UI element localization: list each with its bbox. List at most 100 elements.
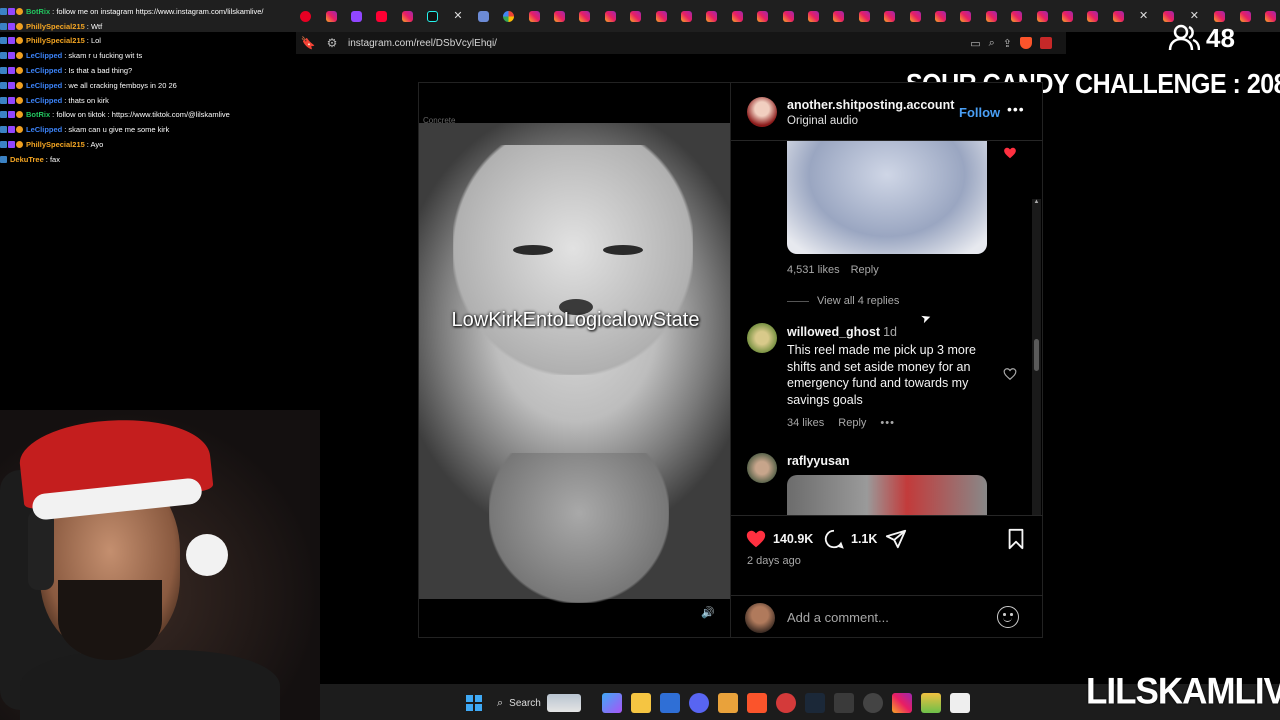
windows-start-icon[interactable] <box>464 693 484 713</box>
browser-tab[interactable] <box>499 6 518 26</box>
likes-count[interactable]: 140.9K <box>773 532 813 546</box>
app-icon[interactable] <box>863 693 883 713</box>
browser-tab[interactable] <box>804 6 823 26</box>
comment-more-icon[interactable]: ••• <box>880 417 895 429</box>
browser-tab[interactable] <box>829 6 848 26</box>
browser-tab[interactable] <box>1261 6 1280 26</box>
follow-button[interactable]: Follow <box>959 105 1000 120</box>
taskbar-search-label[interactable]: Search <box>509 698 541 709</box>
chat-username[interactable]: BotRix <box>26 110 50 119</box>
browser-tab[interactable] <box>651 6 670 26</box>
commenter-avatar[interactable] <box>747 453 777 483</box>
like-comment-icon[interactable] <box>1003 367 1017 381</box>
browser-tab[interactable] <box>626 6 645 26</box>
browser-tab[interactable] <box>905 6 924 26</box>
browser-tab[interactable]: ✕ <box>448 6 467 26</box>
browser-tab[interactable] <box>474 6 493 26</box>
share-icon[interactable]: ⇪ <box>1003 37 1012 50</box>
browser-tab[interactable] <box>347 6 366 26</box>
comment-image[interactable] <box>787 141 987 254</box>
chat-username[interactable]: PhillySpecial215 <box>26 140 85 149</box>
audio-label[interactable]: Original audio <box>787 115 858 127</box>
volume-icon[interactable]: 🔊 <box>700 605 716 621</box>
reply-button[interactable]: Reply <box>851 264 879 276</box>
owner-avatar[interactable] <box>747 97 777 127</box>
save-button[interactable] <box>1005 528 1027 550</box>
address-bar[interactable]: 🔖 ⚙ instagram.com/reel/DSbVcylEhqi/ ▭ ⌕ … <box>296 32 1066 54</box>
browser-tab[interactable] <box>1083 6 1102 26</box>
app-icon[interactable] <box>834 693 854 713</box>
chat-username[interactable]: DekuTree <box>10 155 44 164</box>
brave-shield-icon[interactable] <box>1020 37 1032 49</box>
browser-tab[interactable] <box>372 6 391 26</box>
chat-username[interactable]: LeClipped <box>26 81 62 90</box>
comment-button[interactable]: 1.1K <box>823 528 877 550</box>
url-text[interactable]: instagram.com/reel/DSbVcylEhqi/ <box>348 38 970 49</box>
search-widget-image[interactable] <box>546 694 581 712</box>
share-button[interactable] <box>885 528 907 550</box>
browser-tab[interactable] <box>525 6 544 26</box>
liked-heart-icon[interactable] <box>1003 146 1017 160</box>
add-comment-bar[interactable]: Add a comment... <box>731 595 1043 639</box>
zoom-icon[interactable]: ⌕ <box>989 37 995 50</box>
chat-username[interactable]: BotRix <box>26 7 50 16</box>
chat-username[interactable]: PhillySpecial215 <box>26 36 85 45</box>
cast-icon[interactable]: ▭ <box>970 37 980 50</box>
browser-tab[interactable] <box>982 6 1001 26</box>
scroll-up-arrow-icon[interactable]: ▲ <box>1033 199 1040 205</box>
taskbar-search[interactable]: ⌕ Search <box>493 692 593 714</box>
browser-tab[interactable] <box>575 6 594 26</box>
file-explorer-icon[interactable] <box>631 693 651 713</box>
browser-tab[interactable] <box>702 6 721 26</box>
app-icon[interactable] <box>776 693 796 713</box>
view-replies-label[interactable]: View all 4 replies <box>817 295 899 307</box>
chat-username[interactable]: PhillySpecial215 <box>26 22 85 31</box>
browser-tab[interactable] <box>778 6 797 26</box>
browser-tab[interactable]: ✕ <box>1134 6 1153 26</box>
chat-username[interactable]: LeClipped <box>26 51 62 60</box>
discord-icon[interactable] <box>689 693 709 713</box>
comment-username[interactable]: willowed_ghost <box>787 325 880 339</box>
browser-tab[interactable] <box>398 6 417 26</box>
browser-tab[interactable] <box>956 6 975 26</box>
browser-tab[interactable] <box>931 6 950 26</box>
instagram-icon[interactable] <box>892 693 912 713</box>
view-replies-button[interactable]: View all 4 replies <box>787 295 899 307</box>
copilot-icon[interactable] <box>602 693 622 713</box>
browser-tab[interactable] <box>1007 6 1026 26</box>
scroll-thumb[interactable] <box>1034 339 1039 371</box>
comments-list[interactable]: 4,531 likes Reply View all 4 replies ➤ w… <box>731 141 1043 515</box>
like-button[interactable]: 140.9K <box>745 528 813 550</box>
browser-tab[interactable] <box>1235 6 1254 26</box>
comment-likes[interactable]: 4,531 likes <box>787 264 840 276</box>
comment-author[interactable]: willowed_ghost 1d <box>787 325 897 339</box>
browser-tab[interactable] <box>1032 6 1051 26</box>
app-icon[interactable] <box>921 693 941 713</box>
site-info-icon[interactable]: ⚙ <box>320 36 344 50</box>
reply-button[interactable]: Reply <box>838 417 866 429</box>
commenter-avatar[interactable] <box>747 323 777 353</box>
browser-tab[interactable] <box>880 6 899 26</box>
more-options-icon[interactable]: ••• <box>1007 101 1025 117</box>
chat-username[interactable]: LeClipped <box>26 96 62 105</box>
send-icon[interactable] <box>885 528 907 550</box>
browser-tab[interactable] <box>728 6 747 26</box>
comments-scrollbar[interactable]: ▲ ▼ <box>1032 199 1041 515</box>
comment-image[interactable] <box>787 475 987 515</box>
app-icon[interactable] <box>718 693 738 713</box>
comment-icon[interactable] <box>823 528 845 550</box>
browser-tab[interactable] <box>601 6 620 26</box>
browser-tab[interactable] <box>1058 6 1077 26</box>
browser-tab[interactable] <box>321 6 340 26</box>
add-comment-input[interactable]: Add a comment... <box>787 610 889 625</box>
browser-tab[interactable] <box>677 6 696 26</box>
browser-tab[interactable] <box>1109 6 1128 26</box>
comment-likes[interactable]: 34 likes <box>787 417 824 429</box>
browser-tab[interactable] <box>423 6 442 26</box>
browser-tab[interactable] <box>550 6 569 26</box>
chat-username[interactable]: LeClipped <box>26 66 62 75</box>
steam-icon[interactable] <box>805 693 825 713</box>
app-icon[interactable] <box>950 693 970 713</box>
chat-username[interactable]: LeClipped <box>26 125 62 134</box>
extension-icon[interactable] <box>1040 37 1052 49</box>
